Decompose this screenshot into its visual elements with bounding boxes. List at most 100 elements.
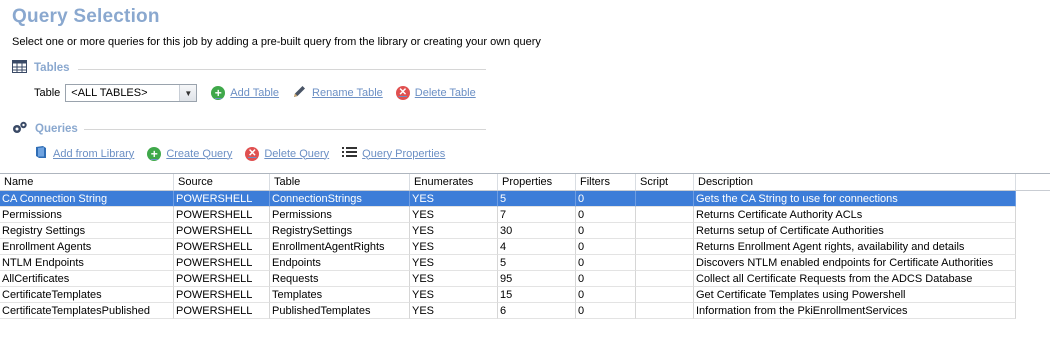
cell-properties: 4 (498, 239, 576, 255)
cell-name: Permissions (0, 207, 174, 223)
delete-query-label: Delete Query (264, 147, 330, 160)
cell-description: Gets the CA String to use for connection… (694, 191, 1016, 207)
row-filler (1016, 223, 1050, 239)
page-title: Query Selection (12, 6, 160, 27)
column-header-enumerates[interactable]: Enumerates (410, 174, 498, 190)
row-filler (1016, 287, 1050, 303)
cell-name: Enrollment Agents (0, 239, 174, 255)
delete-table-button[interactable]: ✕ Delete Table (395, 86, 476, 100)
pencil-icon (292, 84, 307, 102)
cell-properties: 7 (498, 207, 576, 223)
cell-source: POWERSHELL (174, 207, 270, 223)
cell-filters: 0 (576, 255, 636, 271)
add-from-library-button[interactable]: Add from Library (34, 145, 134, 162)
cell-filters: 0 (576, 287, 636, 303)
cell-name: CertificateTemplates (0, 287, 174, 303)
queries-toolbar: Add from Library + Create Query ✕ Delete… (34, 145, 458, 162)
delete-icon: ✕ (395, 86, 410, 100)
cell-source: POWERSHELL (174, 255, 270, 271)
rename-table-button[interactable]: Rename Table (292, 84, 383, 102)
cell-source: POWERSHELL (174, 303, 270, 319)
cell-source: POWERSHELL (174, 191, 270, 207)
row-filler (1016, 207, 1050, 223)
column-header-filler (1016, 174, 1050, 190)
queries-grid: Name Source Table Enumerates Properties … (0, 173, 1050, 319)
cell-script (636, 239, 694, 255)
table-row[interactable]: CertificateTemplates POWERSHELL Template… (0, 287, 1050, 303)
delete-query-button[interactable]: ✕ Delete Query (245, 146, 330, 161)
row-filler (1016, 303, 1050, 319)
cell-name: CertificateTemplatesPublished (0, 303, 174, 319)
column-header-name[interactable]: Name (0, 174, 174, 190)
table-row[interactable]: Permissions POWERSHELL Permissions YES 7… (0, 207, 1050, 223)
table-row[interactable]: NTLM Endpoints POWERSHELL Endpoints YES … (0, 255, 1050, 271)
cell-table: ConnectionStrings (270, 191, 410, 207)
table-row[interactable]: AllCertificates POWERSHELL Requests YES … (0, 271, 1050, 287)
cell-enumerates: YES (410, 223, 498, 239)
add-table-label: Add Table (230, 87, 280, 99)
delete-table-label: Delete Table (414, 87, 476, 99)
cell-properties: 5 (498, 191, 576, 207)
cell-script (636, 255, 694, 271)
cell-filters: 0 (576, 271, 636, 287)
table-icon (12, 60, 27, 76)
cell-description: Returns Enrollment Agent rights, availab… (694, 239, 1016, 255)
cell-name: NTLM Endpoints (0, 255, 174, 271)
cell-table: RegistrySettings (270, 223, 410, 239)
row-filler (1016, 255, 1050, 271)
cell-table: PublishedTemplates (270, 303, 410, 319)
table-select[interactable]: <ALL TABLES> ▼ (65, 84, 198, 102)
chevron-down-icon[interactable]: ▼ (179, 85, 197, 101)
cell-table: EnrollmentAgentRights (270, 239, 410, 255)
cell-description: Get Certificate Templates using Powershe… (694, 287, 1016, 303)
table-row[interactable]: Registry Settings POWERSHELL RegistrySet… (0, 223, 1050, 239)
table-row[interactable]: Enrollment Agents POWERSHELL EnrollmentA… (0, 239, 1050, 255)
cell-filters: 0 (576, 223, 636, 239)
cell-script (636, 303, 694, 319)
tables-divider (78, 69, 486, 70)
table-row[interactable]: CertificateTemplatesPublished POWERSHELL… (0, 303, 1050, 319)
column-header-script[interactable]: Script (636, 174, 694, 190)
cell-table: Requests (270, 271, 410, 287)
cell-script (636, 287, 694, 303)
tables-section-header: Tables (12, 60, 70, 76)
cell-description: Returns setup of Certificate Authorities (694, 223, 1016, 239)
cell-script (636, 271, 694, 287)
cell-script (636, 223, 694, 239)
book-icon (34, 145, 48, 162)
row-filler (1016, 271, 1050, 287)
cell-enumerates: YES (410, 303, 498, 319)
cell-script (636, 207, 694, 223)
queries-heading: Queries (35, 123, 78, 135)
cell-properties: 6 (498, 303, 576, 319)
cell-enumerates: YES (410, 207, 498, 223)
cell-properties: 5 (498, 255, 576, 271)
grid-header: Name Source Table Enumerates Properties … (0, 174, 1050, 191)
create-query-button[interactable]: + Create Query (147, 146, 233, 161)
query-properties-label: Query Properties (362, 147, 446, 160)
column-header-properties[interactable]: Properties (498, 174, 576, 190)
cell-source: POWERSHELL (174, 287, 270, 303)
column-header-filters[interactable]: Filters (576, 174, 636, 190)
column-header-description[interactable]: Description (694, 174, 1016, 190)
cell-description: Information from the PkiEnrollmentServic… (694, 303, 1016, 319)
tables-heading: Tables (34, 62, 70, 74)
query-properties-button[interactable]: Query Properties (342, 146, 445, 161)
column-header-table[interactable]: Table (270, 174, 410, 190)
create-query-label: Create Query (166, 147, 233, 160)
cell-name: AllCertificates (0, 271, 174, 287)
cell-table: Endpoints (270, 255, 410, 271)
cell-name: CA Connection String (0, 191, 174, 207)
add-table-button[interactable]: + Add Table (211, 86, 279, 100)
delete-icon: ✕ (245, 146, 260, 161)
gears-icon (12, 121, 28, 137)
cell-properties: 95 (498, 271, 576, 287)
cell-filters: 0 (576, 239, 636, 255)
cell-properties: 30 (498, 223, 576, 239)
cell-filters: 0 (576, 207, 636, 223)
column-header-source[interactable]: Source (174, 174, 270, 190)
add-icon: + (211, 86, 226, 100)
table-row[interactable]: CA Connection String POWERSHELL Connecti… (0, 191, 1050, 207)
cell-enumerates: YES (410, 271, 498, 287)
cell-enumerates: YES (410, 287, 498, 303)
